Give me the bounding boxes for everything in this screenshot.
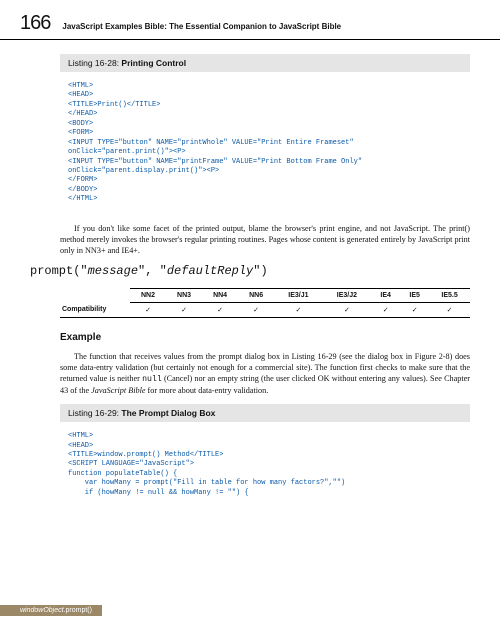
page-content: Listing 16-28: Printing Control <HTML> <… [0,54,500,508]
compat-data-row: Compatibility ✓ ✓ ✓ ✓ ✓ ✓ ✓ ✓ ✓ [60,302,470,317]
compatibility-table: NN2 NN3 NN4 NN6 IE3/J1 IE3/J2 IE4 IE5 IE… [60,288,470,318]
code-listing-1: <HTML> <HEAD> <TITLE>Print()</TITLE> </H… [60,80,470,215]
footer-object: windowObject [20,607,64,614]
col-nn6: NN6 [238,288,274,302]
listing-1-label: Listing 16-28: [68,58,119,68]
col-ie4: IE4 [371,288,400,302]
paragraph-1: If you don't like some facet of the prin… [60,223,470,256]
listing-header-1: Listing 16-28: Printing Control [60,54,470,72]
paragraph-2: The function that receives values from t… [60,351,470,396]
col-ie3j2: IE3/J2 [323,288,372,302]
footer-reference-tab: windowObject.prompt() [0,605,102,616]
code-listing-2: <HTML> <HEAD> <TITLE>window.prompt() Met… [60,430,470,508]
listing-2-title: The Prompt Dialog Box [121,408,215,418]
row-label: Compatibility [60,302,130,317]
prompt-signature: prompt("message", "defaultReply") [30,264,470,278]
chapter-title: JavaScript Examples Bible: The Essential… [62,22,341,31]
listing-header-2: Listing 16-29: The Prompt Dialog Box [60,404,470,422]
col-ie55: IE5.5 [429,288,470,302]
col-nn4: NN4 [202,288,238,302]
compat-header-row: NN2 NN3 NN4 NN6 IE3/J1 IE3/J2 IE4 IE5 IE… [60,288,470,302]
page-number: 166 [20,12,50,35]
example-heading: Example [60,332,470,343]
col-ie3j1: IE3/J1 [274,288,323,302]
col-nn2: NN2 [130,288,166,302]
footer-method: .prompt() [64,607,92,614]
listing-1-title: Printing Control [121,58,186,68]
col-ie5: IE5 [400,288,429,302]
listing-2-label: Listing 16-29: [68,408,119,418]
inline-code-null: null [142,375,162,384]
col-nn3: NN3 [166,288,202,302]
page-header: 166 JavaScript Examples Bible: The Essen… [0,0,500,40]
